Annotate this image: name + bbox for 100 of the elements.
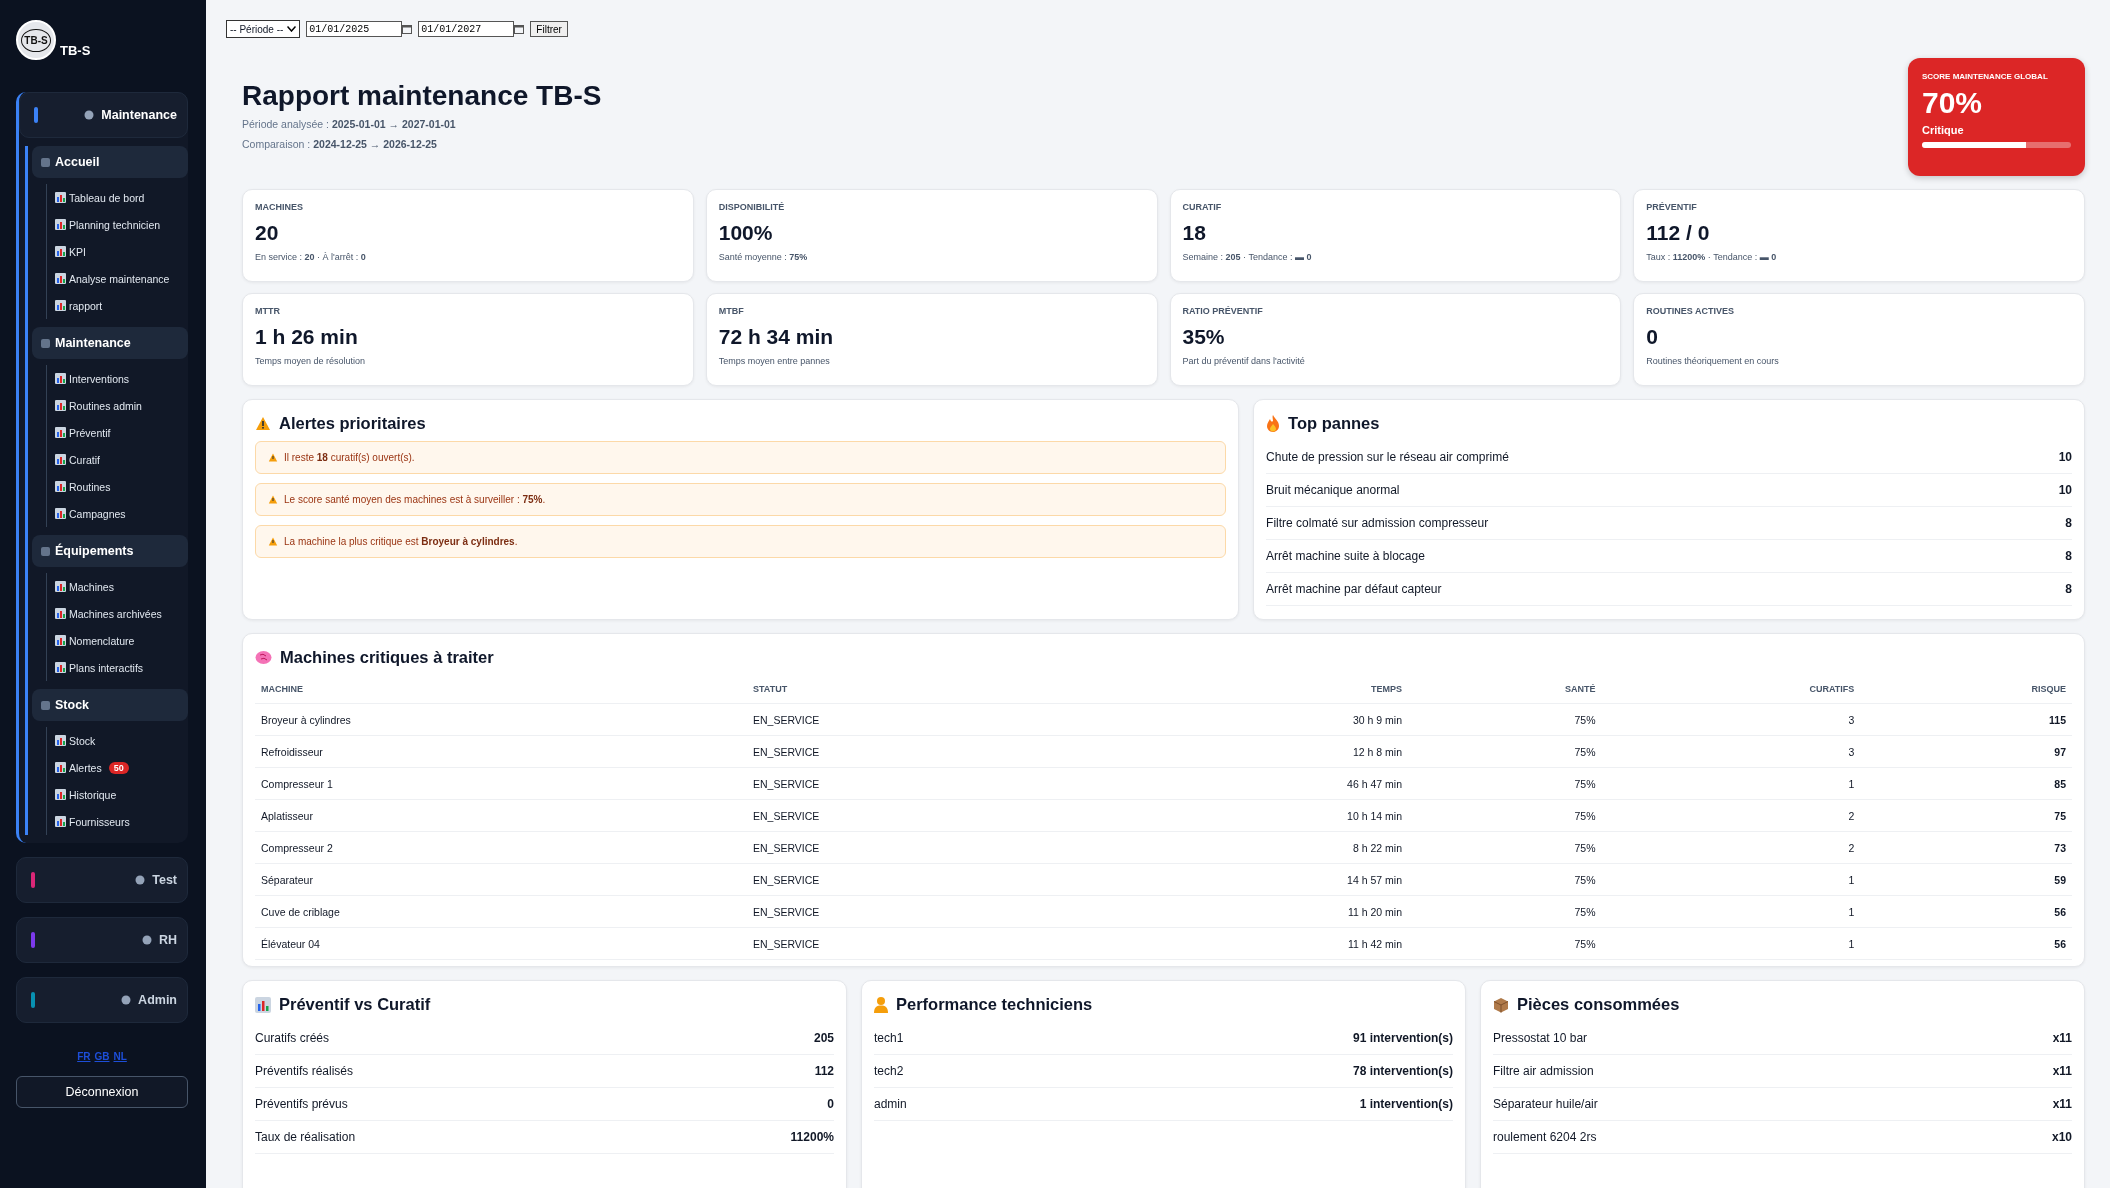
stat-note: Semaine : 205 · Tendance : ▬ 0 [1182,252,1313,262]
table-cell: 75 [1860,799,2072,832]
filter-button[interactable]: Filtrer [530,21,568,37]
table-cell: 75% [1408,895,1602,928]
table-cell: 1 [1601,895,1861,928]
table-cell: Compresseur 1 [255,767,747,800]
menu-item[interactable]: Interventions [55,365,188,392]
alert-text: Le score santé moyen des machines est à surveiller : 75%. [284,494,546,505]
menu-item[interactable]: Historique [55,781,188,808]
menu-group-label: Admin [138,993,177,1007]
panel-title-text: Alertes prioritaires [279,414,426,433]
stat-value: 35% [1182,325,1226,349]
count-badge: 50 [108,761,129,774]
brand-name: TB-S [60,43,91,58]
chart-icon [55,454,66,465]
stat-label: MACHINES [255,202,304,212]
menu-section-header[interactable]: Stock [32,689,188,721]
panel-title-text: Performance techniciens [896,995,1093,1014]
stat-value: 20 [255,221,280,245]
table-cell: 56 [1860,927,2072,960]
menu-item[interactable]: KPI [55,238,188,265]
table-cell: 75% [1408,703,1602,736]
table-cell: EN_SERVICE [747,735,1104,768]
square-icon [40,699,51,711]
menu-item[interactable]: Routines [55,473,188,500]
stat-note: Santé moyenne : 75% [718,252,809,262]
table-cell: EN_SERVICE [747,831,1104,864]
menu-group-header[interactable]: RH [16,917,188,963]
panel-title-text: Top pannes [1288,414,1380,433]
chart-icon [55,246,66,257]
menu-item-label: KPI [69,245,86,258]
menu-item-label: Préventif [69,426,111,439]
row-label: Filtre air admission [1493,1064,1594,1078]
chart-icon [55,300,66,311]
failure-label: Arrêt machine suite à blocage [1266,549,1425,563]
table-cell: 75% [1408,831,1602,864]
chart-icon [55,762,66,773]
menu-item-label: rapport [69,299,103,312]
row-value: x11 [2052,1064,2072,1078]
menu-item[interactable]: Machines [55,573,188,600]
table-cell: 1 [1601,927,1861,960]
chart-icon [55,427,66,438]
menu-item-label: Interventions [69,372,130,385]
menu-item[interactable]: Plans interactifs [55,654,188,681]
panel-title-text: Pièces consommées [1517,995,1680,1014]
menu-item[interactable]: Routines admin [55,392,188,419]
logout-button[interactable]: Déconnexion [16,1076,188,1108]
period-select[interactable]: -- Période -- [226,20,301,38]
menu-item[interactable]: Analyse maintenance [55,265,188,292]
date-field[interactable]: 01/01/2025 [306,21,403,37]
menu-item[interactable]: Stock [55,727,188,754]
menu-group-label: Test [152,873,177,887]
row-value: x11 [2052,1031,2072,1045]
table-cell: EN_SERVICE [747,895,1104,928]
table-cell: 1 [1601,767,1861,800]
row-label: Curatifs créés [255,1031,330,1045]
alert-text: Il reste 18 curatif(s) ouvert(s). [284,452,415,463]
date-field[interactable]: 01/01/2027 [418,21,515,37]
menu-item[interactable]: Nomenclature [55,627,188,654]
table-cell: 30 h 9 min [1103,703,1408,736]
menu-item[interactable]: Planning technicien [55,211,188,238]
menu-group-header[interactable]: Maintenance [19,92,188,138]
row-value: 91 intervention(s) [1352,1031,1453,1045]
chart-icon [55,481,66,492]
table-cell: 75% [1408,735,1602,768]
chart-icon [55,789,66,800]
square-icon [40,156,51,168]
menu-item[interactable]: Alertes 50 [55,754,188,781]
menu-item[interactable]: Campagnes [55,500,188,527]
menu-section-header[interactable]: Maintenance [32,327,188,359]
menu-item[interactable]: Machines archivées [55,600,188,627]
menu-group-header[interactable]: Test [16,857,188,903]
row-value: 112 [814,1064,834,1078]
table-cell: Séparateur [255,863,747,896]
stat-note: Taux : 11200% · Tendance : ▬ 0 [1646,252,1778,262]
table-cell: EN_SERVICE [747,927,1104,960]
menu-item[interactable]: Curatif [55,446,188,473]
menu-group-header[interactable]: Admin [16,977,188,1023]
row-value: x11 [2052,1097,2072,1111]
menu-item[interactable]: Fournisseurs [55,808,188,835]
row-label: tech2 [874,1064,904,1078]
menu-section-header[interactable]: Accueil [32,146,188,178]
stat-label: CURATIF [1182,202,1223,212]
menu-item[interactable]: Tableau de bord [55,184,188,211]
stat-label: MTTR [255,306,281,316]
menu-section-label: Stock [55,698,90,712]
table-cell: 75% [1408,863,1602,896]
column-header: MACHINE [255,675,747,704]
circle-icon [134,874,147,886]
stat-note: Part du préventif dans l'activité [1182,356,1306,366]
menu-section-header[interactable]: Équipements [32,535,188,567]
chart-icon [55,508,66,519]
row-value: 11200% [790,1130,834,1144]
table-cell: 8 h 22 min [1103,831,1408,864]
menu-item[interactable]: rapport [55,292,188,319]
stat-label: PRÉVENTIF [1646,202,1698,212]
column-header: SANTÉ [1408,675,1602,704]
menu-item[interactable]: Préventif [55,419,188,446]
menu-item-label: Routines admin [69,399,142,412]
stat-label: ROUTINES ACTIVES [1646,306,1735,316]
